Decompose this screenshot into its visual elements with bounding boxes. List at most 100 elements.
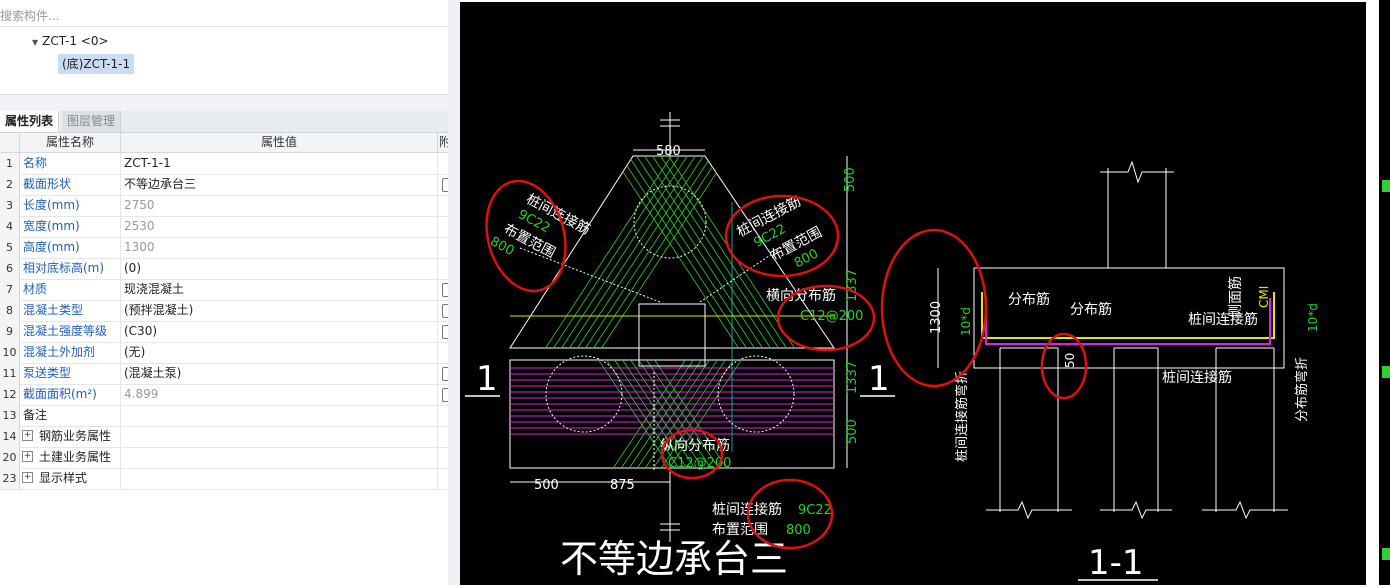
property-value[interactable]: (0) xyxy=(124,258,141,279)
property-value[interactable]: (混凝土泵) xyxy=(124,363,181,384)
table-row[interactable]: 14 + 钢筋业务属性 xyxy=(0,426,448,448)
label-9c22-bottom: 9C22 xyxy=(798,503,832,518)
expand-plus-icon[interactable]: + xyxy=(22,472,33,483)
label-pile-bend: 桩间连接筋弯折 xyxy=(954,371,970,462)
section-number-right: 1 xyxy=(868,359,890,399)
row-number: 3 xyxy=(0,195,20,216)
property-group-label: 钢筋业务属性 xyxy=(39,429,112,443)
table-row[interactable]: 3 长度(mm) 2750 xyxy=(0,195,448,217)
label-10d-left: 10*d xyxy=(959,307,973,336)
property-name: 名称 xyxy=(23,156,48,170)
label-cmi: CMI xyxy=(1257,286,1271,308)
label-distr-2: 分布筋 xyxy=(1070,301,1112,318)
row-number: 1 xyxy=(0,153,20,174)
property-value[interactable]: 2750 xyxy=(124,195,155,216)
magenta-rebars xyxy=(510,367,834,435)
label-10d-right: 10*d xyxy=(1306,303,1320,332)
panel-border xyxy=(448,0,460,585)
table-row[interactable]: 13 备注 xyxy=(0,405,448,427)
section-piles xyxy=(986,348,1288,520)
row-number: 8 xyxy=(0,300,20,321)
row-number: 20 xyxy=(0,447,20,468)
pile-right xyxy=(717,355,795,433)
table-row[interactable]: 11 泵送类型 (混凝土泵) xyxy=(0,363,448,385)
section-dim-height: 1300 xyxy=(929,301,944,334)
property-name: + 土建业务属性 xyxy=(22,447,111,468)
search-input[interactable]: 搜索构件... xyxy=(0,6,448,27)
property-value[interactable]: 4.899 xyxy=(124,384,158,405)
row-number: 14 xyxy=(0,426,20,447)
dim-right-mid2: 1337 xyxy=(845,361,860,394)
row-number: 10 xyxy=(0,342,20,363)
property-name: 长度(mm) xyxy=(23,198,80,212)
tree-child-item[interactable]: (底)ZCT-1-1 xyxy=(58,54,135,74)
property-value[interactable]: 1300 xyxy=(124,237,155,258)
table-row[interactable]: 1 名称 ZCT-1-1 xyxy=(0,153,448,175)
expand-plus-icon[interactable]: + xyxy=(22,451,33,462)
property-name: 相对底标高(m) xyxy=(23,261,105,275)
tab-properties[interactable]: 属性列表 xyxy=(0,111,60,132)
table-row[interactable]: 8 混凝土类型 (预拌混凝土) xyxy=(0,300,448,322)
label-pile-link-section: 桩间连接筋 xyxy=(1188,311,1258,328)
tree-root-label: ZCT-1 <0> xyxy=(42,34,109,48)
component-tree: ▼ ZCT-1 <0> (底)ZCT-1-1 xyxy=(0,28,448,94)
plan-title: 不等边承台三 xyxy=(560,537,788,581)
property-name: 混凝土类型 xyxy=(23,303,84,317)
label-distr-1: 分布筋 xyxy=(1008,291,1050,308)
header-num-cell xyxy=(0,133,20,153)
section-number-left: 1 xyxy=(476,359,498,399)
property-value[interactable]: (预拌混凝土) xyxy=(124,300,193,321)
table-row[interactable]: 12 截面面积(m²) 4.899 xyxy=(0,384,448,406)
header-extra: 附 xyxy=(438,133,448,153)
property-name: 宽度(mm) xyxy=(23,219,80,233)
right-edge xyxy=(1366,0,1390,585)
table-row[interactable]: 4 宽度(mm) 2530 xyxy=(0,216,448,238)
label-side-bar: 侧面筋 xyxy=(1227,276,1244,318)
property-value[interactable]: 现浇混凝土 xyxy=(124,279,184,300)
dim-right-top: 500 xyxy=(843,167,858,192)
label-c12-transverse: C12@200 xyxy=(800,309,863,324)
tab-bar: 属性列表 图层管理 xyxy=(0,111,448,133)
cad-drawing-canvas[interactable]: 1 1 580 500 1337 1337 500 500 875 桩间连接筋 … xyxy=(460,2,1366,585)
expand-plus-icon[interactable]: + xyxy=(22,430,33,441)
row-number: 23 xyxy=(0,468,20,489)
table-row[interactable]: 9 混凝土强度等级 (C30) xyxy=(0,321,448,343)
property-value[interactable]: 2530 xyxy=(124,216,155,237)
search-placeholder: 搜索构件... xyxy=(0,9,60,23)
dim-right-bottom: 500 xyxy=(845,419,860,444)
property-name: 备注 xyxy=(23,408,48,422)
expand-caret-icon[interactable]: ▼ xyxy=(32,38,38,47)
property-value[interactable]: ZCT-1-1 xyxy=(124,153,171,174)
label-800-bottom: 800 xyxy=(786,523,811,538)
row-number: 7 xyxy=(0,279,20,300)
table-row[interactable]: 10 混凝土外加剂 (无) xyxy=(0,342,448,364)
table-row[interactable]: 5 高度(mm) 1300 xyxy=(0,237,448,259)
tab-layers[interactable]: 图层管理 xyxy=(62,111,122,132)
dim-top-width: 580 xyxy=(656,144,681,159)
property-name: 材质 xyxy=(23,282,48,296)
table-row[interactable]: 20 + 土建业务属性 xyxy=(0,447,448,469)
property-value[interactable]: (C30) xyxy=(124,321,157,342)
section-dim-50: 50 xyxy=(1063,353,1077,368)
row-number: 6 xyxy=(0,258,20,279)
row-number: 4 xyxy=(0,216,20,237)
pile-left xyxy=(545,355,623,433)
property-name: 混凝土外加剂 xyxy=(23,345,96,359)
table-row[interactable]: 7 材质 现浇混凝土 xyxy=(0,279,448,301)
dim-bottom-left: 500 xyxy=(534,478,559,493)
header-name: 属性名称 xyxy=(20,133,121,153)
property-name: + 钢筋业务属性 xyxy=(22,426,111,447)
table-row[interactable]: 23 + 显示样式 xyxy=(0,468,448,490)
property-group-label: 土建业务属性 xyxy=(39,450,112,464)
tree-root-item[interactable]: ▼ ZCT-1 <0> xyxy=(32,34,109,48)
table-row[interactable]: 2 截面形状 不等边承台三 xyxy=(0,174,448,196)
label-range-bottom: 布置范围 xyxy=(712,521,768,538)
property-name: 截面面积(m²) xyxy=(23,387,97,401)
panel-splitter[interactable] xyxy=(0,94,448,112)
section-title: 1-1 xyxy=(1088,543,1144,583)
right-dark-bar xyxy=(1379,0,1390,585)
row-number: 9 xyxy=(0,321,20,342)
property-value[interactable]: 不等边承台三 xyxy=(124,174,196,195)
table-row[interactable]: 6 相对底标高(m) (0) xyxy=(0,258,448,280)
property-value[interactable]: (无) xyxy=(124,342,145,363)
